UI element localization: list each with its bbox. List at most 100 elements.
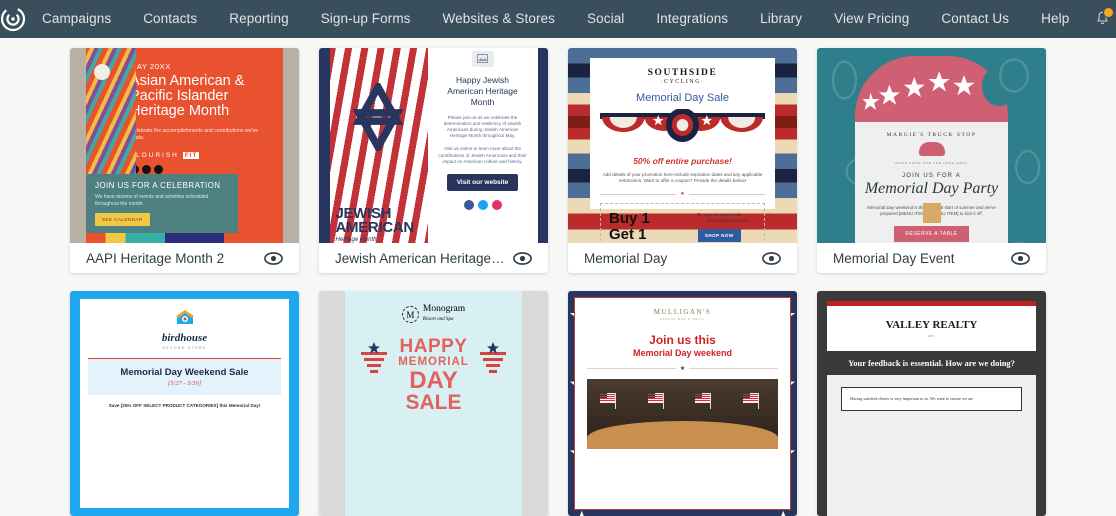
nav-integrations[interactable]: Integrations bbox=[640, 0, 744, 38]
reserve-table-button[interactable]: RESERVE A TABLE bbox=[894, 226, 969, 242]
template-thumbnail[interactable]: MARGIE'S TRUCK STOP GOOD FOOD FOR THE LO… bbox=[817, 48, 1046, 244]
social-icons bbox=[438, 199, 528, 210]
celebration-panel: JOIN US FOR A CELEBRATION We have dozens… bbox=[86, 174, 238, 233]
template-paragraph-1: Please join us as we celebrate the deter… bbox=[443, 114, 522, 139]
template-title: Memorial Day bbox=[584, 250, 668, 266]
wooden-post bbox=[922, 203, 941, 224]
template-thumbnail[interactable]: MULLIGAN'S CASUAL BAR & GRILL Join us th… bbox=[568, 291, 797, 516]
divider-with-star: ★ bbox=[587, 365, 778, 372]
panel-heading: JOIN US FOR A CELEBRATION bbox=[95, 181, 221, 190]
flag-caption: JEWISH AMERICAN Heritage Month bbox=[335, 204, 428, 243]
notifications-button[interactable] bbox=[1085, 0, 1116, 38]
join-line-1: Join us this bbox=[649, 333, 716, 347]
brand-subtitle: ·CYCLING· bbox=[660, 79, 705, 85]
twitter-icon bbox=[142, 165, 151, 174]
sale-line-4: SALE bbox=[405, 391, 462, 414]
template-thumbnail[interactable]: MAY 20XX Asian American & Pacific Island… bbox=[70, 48, 299, 244]
feedback-headline: Your feedback is essential. How are we d… bbox=[827, 351, 1036, 375]
offer-note: Be sure to enter code [SALE] at checkout … bbox=[690, 212, 748, 224]
template-thumbnail[interactable]: SOUTHSIDE ·CYCLING· Memorial Day Sale 50… bbox=[568, 48, 797, 244]
template-card-mulligans-memorial-day[interactable]: MULLIGAN'S CASUAL BAR & GRILL Join us th… bbox=[568, 291, 797, 516]
nav-contacts[interactable]: Contacts bbox=[127, 0, 213, 38]
nav-view-pricing[interactable]: View Pricing bbox=[818, 0, 925, 38]
top-navigation-bar: Campaigns Contacts Reporting Sign-up For… bbox=[0, 0, 1116, 38]
card-footer: AAPI Heritage Month 2 bbox=[70, 243, 299, 273]
nav-reporting[interactable]: Reporting bbox=[213, 0, 304, 38]
template-card-memorial-day-event[interactable]: MARGIE'S TRUCK STOP GOOD FOOD FOR THE LO… bbox=[817, 48, 1046, 273]
brand-name: birdhouse bbox=[161, 332, 208, 344]
template-card-valley-realty-feedback[interactable]: VALLEY REALTY EST. Your feedback is esse… bbox=[817, 291, 1046, 516]
nav-contact-us[interactable]: Contact Us bbox=[925, 0, 1025, 38]
facebook-icon bbox=[463, 199, 474, 210]
template-thumbnail[interactable]: M Monogram Resort and Spa HAPPY MEMORIAL… bbox=[319, 291, 548, 516]
template-title: Jewish American Heritage Mo... bbox=[335, 250, 505, 266]
brand-logo: SOUTHSIDE ·CYCLING· bbox=[600, 68, 765, 85]
instagram-icon bbox=[491, 199, 502, 210]
template-card-monogram-memorial-day-sale[interactable]: M Monogram Resort and Spa HAPPY MEMORIAL… bbox=[319, 291, 548, 516]
nav-signup-forms[interactable]: Sign-up Forms bbox=[305, 0, 427, 38]
brand-logo: M Monogram Resort and Spa bbox=[355, 304, 512, 324]
nav-left-group: Campaigns Contacts Reporting Sign-up For… bbox=[26, 0, 818, 38]
template-card-memorial-day[interactable]: SOUTHSIDE ·CYCLING· Memorial Day Sale 50… bbox=[568, 48, 797, 273]
sale-headline: Memorial Day Weekend Sale bbox=[120, 367, 249, 378]
template-brand: FLOURISH FIT bbox=[130, 152, 200, 159]
burger-icon bbox=[918, 142, 945, 156]
feedback-body: Having satisfied clients is very importa… bbox=[841, 387, 1022, 411]
instagram-icon bbox=[154, 165, 163, 174]
template-body: Celebrate the accomplishments and contri… bbox=[130, 128, 259, 141]
template-thumbnail[interactable]: VALLEY REALTY EST. Your feedback is esse… bbox=[817, 291, 1046, 516]
nav-campaigns[interactable]: Campaigns bbox=[26, 0, 127, 38]
brand-subtitle: CASUAL BAR & GRILL bbox=[659, 318, 705, 321]
bunting-graphic bbox=[600, 108, 765, 151]
template-paragraph-2: Visit us online to learn more about the … bbox=[438, 146, 527, 164]
brand-subtitle: EST. bbox=[928, 334, 935, 338]
brand-subtitle: GOOD FOOD FOR THE LONG HAUL bbox=[895, 161, 968, 165]
left-rays-icon bbox=[361, 342, 387, 373]
preview-eye-icon[interactable] bbox=[762, 251, 781, 265]
social-icons bbox=[130, 165, 275, 174]
template-card-birdhouse-memorial-day[interactable]: birdhouse RECORD STORE Memorial Day Week… bbox=[70, 291, 299, 516]
star-of-david-icon bbox=[352, 82, 403, 151]
preview-eye-icon[interactable] bbox=[1011, 251, 1030, 265]
see-calendar-button[interactable]: SEE CALENDAR bbox=[95, 213, 150, 226]
nav-social[interactable]: Social bbox=[571, 0, 640, 38]
event-title: Memorial Day Party bbox=[864, 180, 999, 197]
notification-badge bbox=[1103, 7, 1115, 18]
promo-details: Add details of your promotion here-inclu… bbox=[602, 172, 763, 184]
flag-title: JEWISH AMERICAN bbox=[335, 204, 415, 236]
shop-now-button[interactable]: SHOP NOW bbox=[697, 229, 741, 243]
wreath-icon: VALLEY REALTY EST. bbox=[886, 320, 978, 339]
constant-contact-logo[interactable] bbox=[0, 6, 26, 32]
monogram-icon: M bbox=[401, 306, 419, 323]
nav-library[interactable]: Library bbox=[744, 0, 818, 38]
template-title: AAPI Heritage Month 2 bbox=[86, 250, 225, 266]
preview-eye-icon[interactable] bbox=[264, 251, 283, 265]
template-headline: Happy Jewish American Heritage Month bbox=[447, 74, 518, 107]
join-line-2: Memorial Day weekend bbox=[632, 348, 733, 358]
preview-eye-icon[interactable] bbox=[513, 251, 532, 265]
template-grid: MAY 20XX Asian American & Pacific Island… bbox=[0, 38, 1116, 516]
template-thumbnail[interactable]: birdhouse RECORD STORE Memorial Day Week… bbox=[70, 291, 299, 516]
birdhouse-logo-icon bbox=[175, 310, 194, 324]
flag-artwork: JEWISH AMERICAN Heritage Month bbox=[329, 48, 428, 244]
offer-box: Buy 1 Get 1 Be sure to enter code [SALE] a… bbox=[600, 203, 765, 244]
card-footer: Memorial Day Event bbox=[817, 243, 1046, 273]
promo-text: 50% off entire purchase! bbox=[633, 156, 732, 166]
nav-websites-stores[interactable]: Websites & Stores bbox=[427, 0, 572, 38]
card-footer: Jewish American Heritage Mo... bbox=[319, 243, 548, 273]
divider-with-star: ★ bbox=[600, 191, 765, 197]
sale-note: Save [25% OFF SELECT PRODUCT CATEGORIES]… bbox=[108, 403, 261, 408]
template-card-jewish-american-heritage-month[interactable]: JEWISH AMERICAN Heritage Month Happy Jew… bbox=[319, 48, 548, 273]
template-card-aapi-heritage-month-2[interactable]: MAY 20XX Asian American & Pacific Island… bbox=[70, 48, 299, 273]
template-kicker: MAY 20XX bbox=[130, 62, 171, 71]
offer-headline: Buy 1 Get 1 bbox=[609, 210, 650, 244]
visit-website-button[interactable]: Visit our website bbox=[446, 173, 519, 191]
sale-banner: Memorial Day Weekend Sale [5/27 - 5/30] bbox=[88, 359, 281, 395]
card-footer: Memorial Day bbox=[568, 243, 797, 273]
template-thumbnail[interactable]: JEWISH AMERICAN Heritage Month Happy Jew… bbox=[319, 48, 548, 244]
brand-subtitle: Resort and Spa bbox=[422, 317, 454, 322]
nav-help[interactable]: Help bbox=[1025, 0, 1085, 38]
dome-graphic bbox=[855, 56, 1008, 122]
brand-logo: MULLIGAN'S bbox=[653, 308, 712, 316]
brand-name: SOUTHSIDE bbox=[647, 68, 718, 78]
